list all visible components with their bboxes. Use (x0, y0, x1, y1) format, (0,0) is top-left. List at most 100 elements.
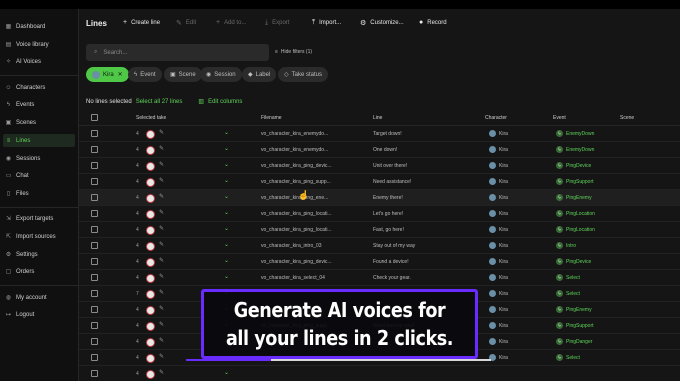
character-cell: Kira (489, 226, 508, 233)
row-checkbox[interactable] (91, 178, 98, 185)
chevron-down-icon[interactable]: ⌄ (224, 241, 229, 248)
row-checkbox[interactable] (91, 226, 98, 233)
video-progress-bar[interactable] (186, 359, 491, 361)
chevron-down-icon[interactable]: ⌄ (224, 209, 229, 216)
edit-columns-button[interactable]: ▥ Edit columns (198, 98, 242, 106)
sidebar-item-ai-voices[interactable]: ✧ AI Voices (3, 55, 75, 68)
table-row[interactable]: 4 ✎ ⌄ vo_character_kira_intro_03 Stay out of… (79, 238, 680, 254)
row-checkbox[interactable] (91, 274, 98, 281)
table-row[interactable]: 4 ✎ ⌄ vo_character_kira_enemydo... One down!… (79, 142, 680, 158)
row-checkbox[interactable] (91, 242, 98, 249)
select-all-link[interactable]: Select all 27 lines (136, 99, 183, 105)
chevron-down-icon[interactable]: ⌄ (224, 177, 229, 184)
row-checkbox[interactable] (91, 354, 98, 361)
row-checkbox[interactable] (91, 130, 98, 137)
pencil-icon[interactable]: ✎ (159, 145, 164, 152)
select-all-checkbox[interactable] (91, 114, 98, 121)
row-checkbox[interactable] (91, 162, 98, 169)
sidebar-item-sessions[interactable]: ◉ Sessions (3, 152, 75, 165)
search-input[interactable]: ⌕ Search... (86, 44, 269, 61)
pencil-icon[interactable]: ✎ (159, 305, 164, 312)
customize-button[interactable]: ⚙ Customize... (360, 19, 404, 27)
filter-chip-kira[interactable]: Kira ✕ (86, 67, 129, 82)
chevron-down-icon[interactable]: ⌄ (224, 369, 229, 376)
table-row[interactable]: 4 ✎ ⌄ vo_character_kira_ping_devic... Unit o… (79, 158, 680, 174)
row-checkbox[interactable] (91, 370, 98, 377)
import-button[interactable]: ⤒ Import... (312, 19, 341, 27)
sidebar-item-events[interactable]: ϟ Events (3, 98, 75, 111)
pencil-icon[interactable]: ✎ (159, 257, 164, 264)
chevron-down-icon[interactable]: ⌄ (224, 257, 229, 264)
filter-chip-scene[interactable]: ▣ Scene (164, 67, 202, 82)
row-checkbox[interactable] (91, 146, 98, 153)
sidebar-item-characters[interactable]: ☺ Characters (3, 81, 75, 94)
row-checkbox[interactable] (91, 210, 98, 217)
chevron-down-icon[interactable]: ⌄ (224, 273, 229, 280)
table-row[interactable]: 4 ✎ ⌄ vo_character_kira_ping_locati... Let's… (79, 206, 680, 222)
close-icon[interactable]: ✕ (118, 71, 123, 78)
sidebar-item-dashboard[interactable]: ▦ Dashboard (3, 20, 75, 33)
chevron-down-icon[interactable]: ⌄ (224, 161, 229, 168)
sidebar-item-files[interactable]: ▯ Files (3, 187, 75, 200)
record-button[interactable]: ● Record (419, 19, 447, 26)
filter-chip-label[interactable]: ◆ Label (242, 67, 277, 82)
column-header-scene[interactable]: Scene (620, 115, 634, 121)
row-checkbox[interactable] (91, 290, 98, 297)
pencil-icon[interactable]: ✎ (159, 177, 164, 184)
sidebar-item-my-account[interactable]: ◍ My account (3, 291, 75, 304)
row-checkbox[interactable] (91, 338, 98, 345)
column-header-line[interactable]: Line (373, 115, 382, 121)
column-header-filename[interactable]: Filename (261, 115, 282, 121)
table-row[interactable]: 4 ✎ ⌄ vo_character_kira_select_04 Check your… (79, 270, 680, 286)
pencil-icon[interactable]: ✎ (159, 289, 164, 296)
sidebar-item-orders[interactable]: ▢ Orders (3, 265, 75, 278)
table-row[interactable]: 4 ✎ ⌄ vo_character_kira_enemydo... Target do… (79, 126, 680, 142)
filter-chip-event[interactable]: ϟ Event (128, 67, 162, 82)
chevron-down-icon[interactable]: ⌄ (224, 145, 229, 152)
column-header-selected-take[interactable]: Selected take (136, 115, 166, 121)
filter-chip-take-status[interactable]: ◇ Take status (278, 67, 328, 82)
pencil-icon[interactable]: ✎ (159, 321, 164, 328)
row-checkbox[interactable] (91, 258, 98, 265)
pencil-icon[interactable]: ✎ (159, 369, 164, 376)
filename-cell: vo_character_kira_ping_locati... (261, 211, 332, 217)
sidebar-item-voice-library[interactable]: ▤ Voice library (3, 38, 75, 51)
pencil-icon[interactable]: ✎ (159, 225, 164, 232)
pencil-icon[interactable]: ✎ (159, 273, 164, 280)
chevron-down-icon[interactable]: ⌄ (224, 193, 229, 200)
pencil-icon[interactable]: ✎ (159, 209, 164, 216)
sidebar-item-lines[interactable]: ≡ Lines (3, 134, 75, 147)
sidebar-item-export-targets[interactable]: ⇲ Export targets (3, 212, 75, 225)
table-row[interactable]: 4 ✎ ⌄ vo_character_kira_ping_locati... Fast,… (79, 222, 680, 238)
row-checkbox[interactable] (91, 322, 98, 329)
hide-filters-button[interactable]: ≡ Hide filters (1) (275, 49, 312, 55)
sidebar-item-scenes[interactable]: ▣ Scenes (3, 116, 75, 129)
chevron-down-icon[interactable]: ⌄ (224, 225, 229, 232)
pencil-icon[interactable]: ✎ (159, 129, 164, 136)
table-row[interactable]: 4 ✎ ⌄ vo_character_kira_ping_ene... Enemy th… (79, 190, 680, 206)
line-cell: Need assistance! (373, 179, 412, 185)
row-checkbox[interactable] (91, 194, 98, 201)
pencil-icon[interactable]: ✎ (159, 353, 164, 360)
sidebar-item-settings[interactable]: ⚙ Settings (3, 248, 75, 261)
sidebar-item-import-sources[interactable]: ⇱ Import sources (3, 230, 75, 243)
column-header-event[interactable]: Event (553, 115, 566, 121)
pencil-icon[interactable]: ✎ (159, 161, 164, 168)
sidebar-item-chat[interactable]: ▭ Chat (3, 169, 75, 182)
pencil-icon[interactable]: ✎ (159, 193, 164, 200)
table-row[interactable]: 4 ✎ ⌄ vo_character_kira_ping_devic... Found … (79, 254, 680, 270)
export-button[interactable]: ⤓ Export (265, 19, 289, 27)
event-icon: ϟ (556, 338, 563, 345)
create-line-button[interactable]: + Create line (123, 19, 160, 26)
column-header-character[interactable]: Character (485, 115, 507, 121)
row-checkbox[interactable] (91, 306, 98, 313)
table-row[interactable]: 4 ✎ ⌄ vo_character_kira_ping_supp... Need as… (79, 174, 680, 190)
sidebar-item-logout[interactable]: ↦ Logout (3, 308, 75, 321)
edit-button[interactable]: ✎ Edit (176, 19, 196, 27)
table-row[interactable]: 4 ✎ ⌄ (79, 366, 680, 381)
pencil-icon[interactable]: ✎ (159, 241, 164, 248)
filter-chip-session[interactable]: ◉ Session (200, 67, 242, 82)
chevron-down-icon[interactable]: ⌄ (224, 129, 229, 136)
add-to-button[interactable]: + Add to... (216, 19, 246, 26)
pencil-icon[interactable]: ✎ (159, 337, 164, 344)
